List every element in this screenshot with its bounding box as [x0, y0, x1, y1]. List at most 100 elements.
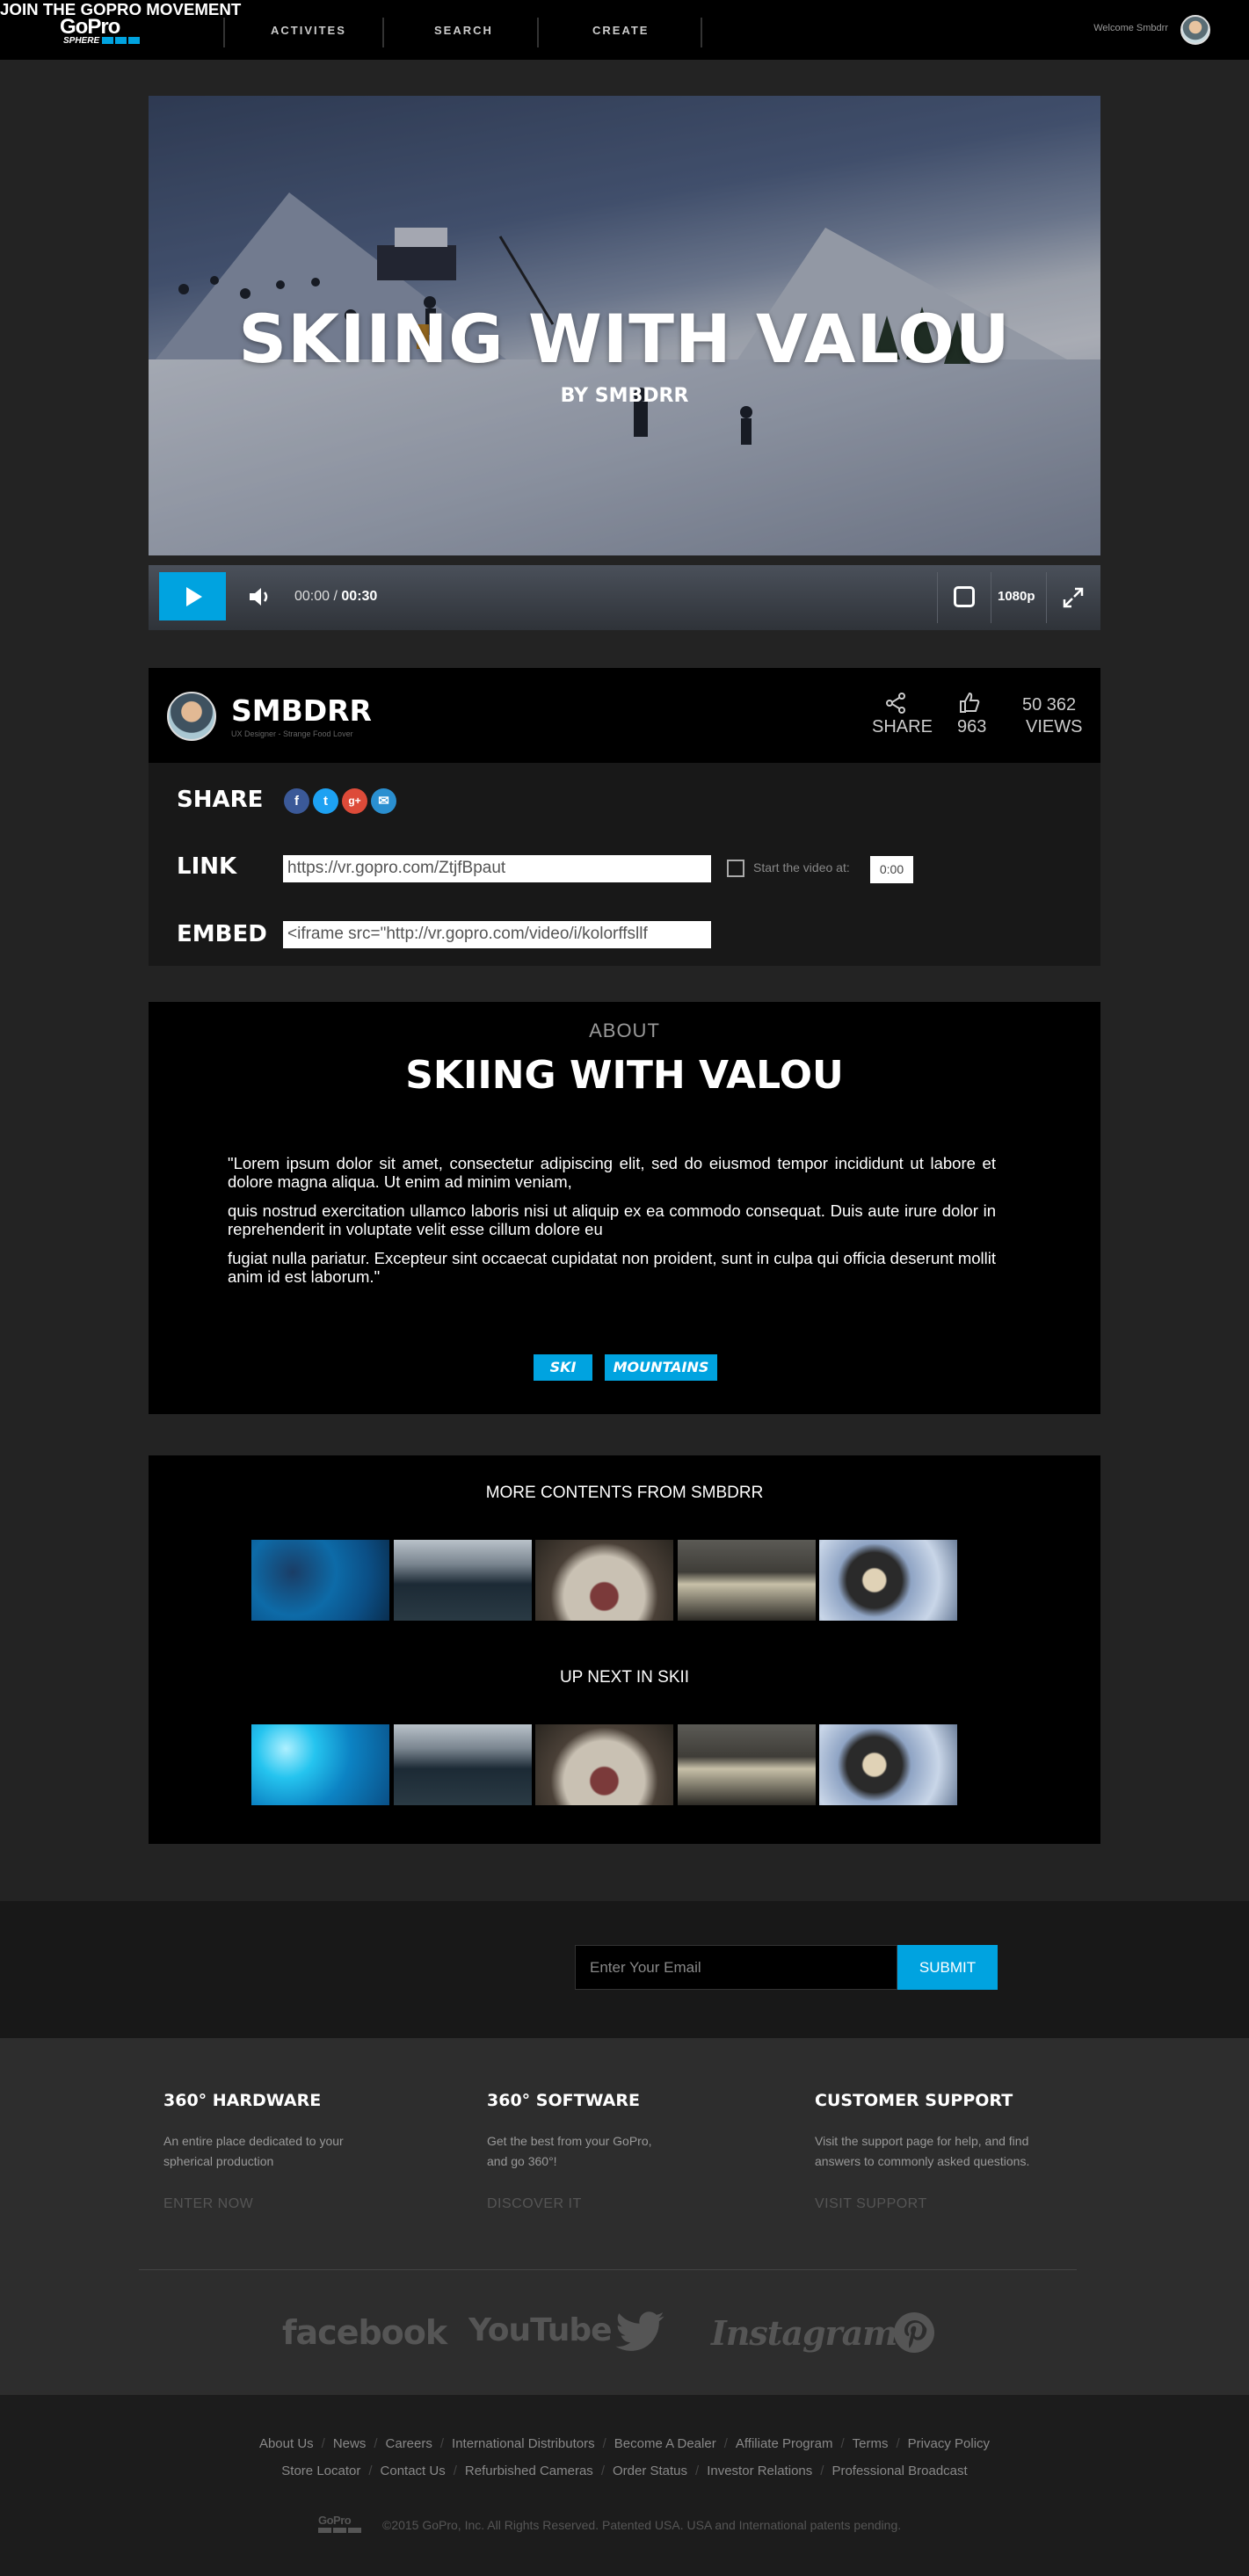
support-heading: CUSTOMER SUPPORT	[815, 2091, 1013, 2110]
facebook-icon[interactable]: facebook	[282, 2313, 447, 2352]
about-paragraph: fugiat nulla pariatur. Excepteur sint oc…	[228, 1249, 996, 1286]
support-text: Visit the support page for help, and fin…	[815, 2134, 1030, 2168]
author-name[interactable]: SMBDRR	[231, 693, 372, 728]
link-separator: /	[602, 2436, 606, 2451]
thumbnail-kayak[interactable]	[394, 1724, 532, 1805]
controls-divider	[937, 572, 938, 623]
author-avatar[interactable]	[167, 692, 216, 741]
footer-links-row-2: Store Locator / Contact Us / Refurbished Cam…	[0, 2464, 1249, 2478]
email-input[interactable]: Enter Your Email	[575, 1945, 897, 1990]
nav-search[interactable]: SEARCH	[434, 24, 493, 37]
thumbnail-hockey[interactable]	[535, 1724, 673, 1805]
submit-button[interactable]: SUBMIT	[897, 1945, 998, 1990]
logo-text: GoPro	[60, 15, 120, 39]
thumbnail-hockey[interactable]	[535, 1540, 673, 1621]
share-heading: SHARE	[177, 787, 264, 813]
share-label[interactable]: SHARE	[872, 717, 933, 737]
start-at-label: Start the video at:	[753, 860, 850, 874]
link-separator: /	[723, 2436, 728, 2451]
embed-field[interactable]: <iframe src="http://vr.gopro.com/video/i…	[283, 921, 711, 948]
footer-link[interactable]: About Us	[259, 2436, 314, 2451]
pinterest-icon[interactable]	[893, 2311, 935, 2354]
start-time-field[interactable]: 0:00	[870, 856, 913, 883]
vr-mode-button[interactable]	[954, 586, 975, 607]
nav-divider	[223, 18, 225, 47]
thumbnail-diving[interactable]	[251, 1540, 389, 1621]
footer-link[interactable]: Order Status	[613, 2464, 687, 2478]
about-title: SKIING WITH VALOU	[405, 1053, 844, 1098]
googleplus-share-icon[interactable]: g+	[342, 788, 367, 814]
fullscreen-icon[interactable]	[1062, 586, 1085, 609]
like-icon[interactable]	[958, 691, 981, 714]
volume-icon[interactable]	[248, 585, 272, 608]
copyright: ©2015 GoPro, Inc. All Rights Reserved. P…	[382, 2518, 902, 2532]
email-share-icon[interactable]: ✉	[371, 788, 396, 814]
user-avatar[interactable]	[1180, 15, 1210, 45]
enter-now-link[interactable]: ENTER NOW	[163, 2196, 253, 2212]
software-text: Get the best from your GoPro, and go 360…	[487, 2134, 652, 2168]
gopro-sphere-logo[interactable]: GoPro SPHERE	[60, 15, 156, 46]
time-display: 00:00 / 00:30	[294, 589, 377, 605]
thumbnail-selfie[interactable]	[819, 1724, 957, 1805]
logo-subtext: SPHERE	[63, 36, 100, 46]
link-separator: /	[820, 2464, 824, 2478]
footer-link[interactable]: Careers	[386, 2436, 432, 2451]
link-separator: /	[321, 2436, 325, 2451]
link-field[interactable]: https://vr.gopro.com/ZtjfBpaut	[283, 855, 711, 882]
footer-link[interactable]: Investor Relations	[707, 2464, 812, 2478]
footer-link[interactable]: Refurbished Cameras	[465, 2464, 593, 2478]
thumbnail-kayak[interactable]	[394, 1540, 532, 1621]
footer-link[interactable]: Terms	[853, 2436, 889, 2451]
tag-ski[interactable]: SKI	[534, 1354, 592, 1381]
footer-bottom	[0, 2395, 1249, 2576]
video-player[interactable]: SKIING WITH VALOU BY SMBDRR	[149, 96, 1100, 555]
thumbnail-penguins[interactable]	[678, 1724, 816, 1805]
footer-link[interactable]: Become A Dealer	[614, 2436, 716, 2451]
instagram-icon[interactable]: Instagram	[711, 2313, 897, 2353]
nav-divider	[537, 18, 539, 47]
link-heading: LINK	[177, 853, 237, 880]
about-caption: ABOUT	[589, 1020, 660, 1041]
footer-divider	[139, 2269, 1077, 2270]
footer-link[interactable]: Professional Broadcast	[831, 2464, 967, 2478]
thumbnail-diving[interactable]	[251, 1724, 389, 1805]
play-button[interactable]	[159, 572, 226, 620]
logo-bars	[102, 37, 140, 44]
youtube-icon[interactable]: YouTube	[468, 2312, 613, 2348]
nav-divider	[701, 18, 702, 47]
footer-link[interactable]: News	[333, 2436, 367, 2451]
nav-divider	[382, 18, 384, 47]
thumbnail-penguins[interactable]	[678, 1540, 816, 1621]
up-next-heading: UP NEXT IN SKII	[559, 1668, 690, 1687]
newsletter-heading: JOIN THE GOPRO MOVEMENT	[0, 0, 242, 18]
twitter-share-icon[interactable]: t	[313, 788, 338, 814]
twitter-icon[interactable]	[615, 2311, 664, 2352]
tag-mountains[interactable]: MOUNTAINS	[605, 1354, 717, 1381]
nav-create[interactable]: CREATE	[592, 24, 649, 37]
footer-link[interactable]: Store Locator	[281, 2464, 360, 2478]
footer-link[interactable]: Privacy Policy	[908, 2436, 990, 2451]
link-separator: /	[695, 2464, 700, 2478]
duration: 00:30	[341, 589, 378, 604]
about-paragraph: quis nostrud exercitation ullamco labori…	[228, 1201, 996, 1238]
facebook-share-icon[interactable]: f	[284, 788, 309, 814]
start-at-checkbox[interactable]	[727, 860, 744, 877]
thumbnail-selfie[interactable]	[819, 1540, 957, 1621]
link-separator: /	[439, 2436, 445, 2451]
hardware-text: An entire place dedicated to your spheri…	[163, 2134, 344, 2168]
footer-link[interactable]: Affiliate Program	[736, 2436, 833, 2451]
link-separator: /	[368, 2464, 373, 2478]
hardware-heading: 360° HARDWARE	[163, 2091, 322, 2110]
footer-link[interactable]: Contact Us	[381, 2464, 446, 2478]
share-icon[interactable]	[884, 692, 907, 715]
footer-links-row-1: About Us / News / Careers / International Dist…	[0, 2436, 1249, 2451]
discover-it-link[interactable]: DISCOVER IT	[487, 2196, 582, 2212]
visit-support-link[interactable]: VISIT SUPPORT	[815, 2196, 927, 2212]
quality-button[interactable]: 1080p	[998, 589, 1035, 604]
like-count: 963	[957, 717, 987, 737]
footer-link[interactable]: International Distributors	[452, 2436, 595, 2451]
nav-activities[interactable]: ACTIVITES	[271, 24, 346, 37]
author-tagline: UX Designer - Strange Food Lover	[231, 729, 353, 738]
link-separator: /	[600, 2464, 605, 2478]
footer-gopro-logo[interactable]: GoPro	[318, 2514, 364, 2535]
